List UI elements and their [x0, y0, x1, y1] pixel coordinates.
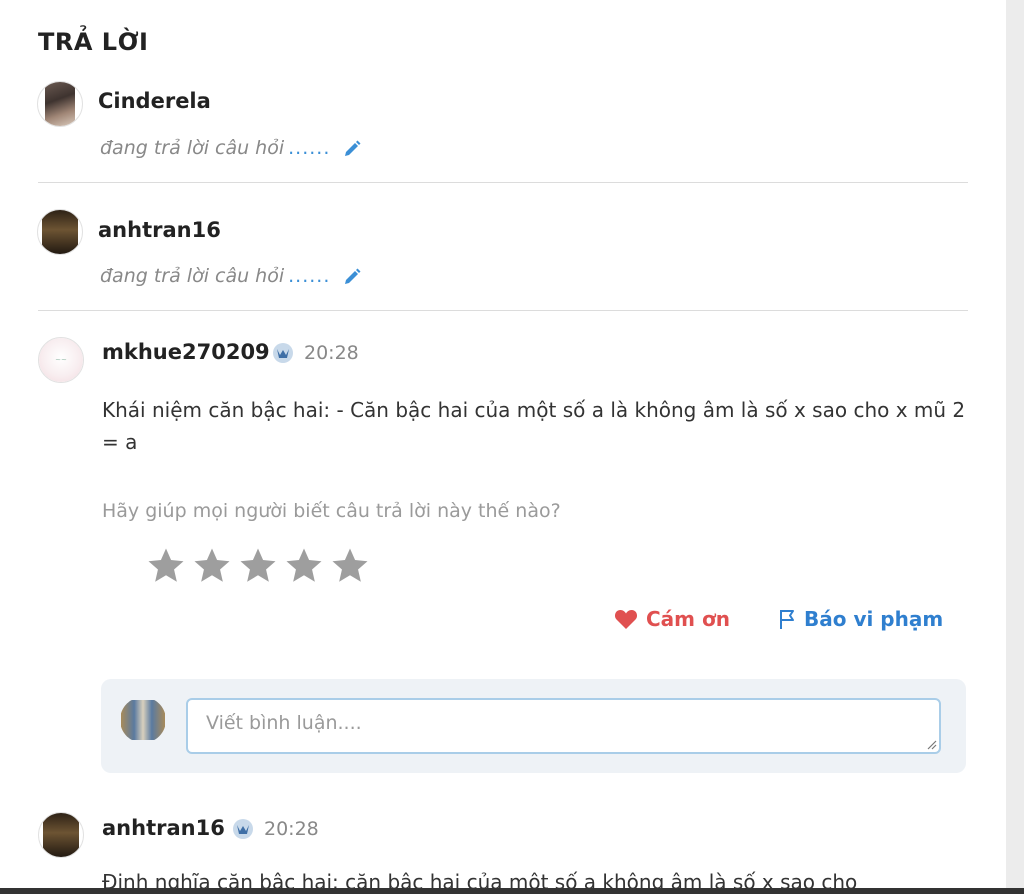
avatar-image: [121, 700, 165, 740]
typing-dots: ......: [288, 265, 331, 287]
flag-icon: [780, 610, 794, 629]
answer-time: 20:28: [264, 818, 319, 840]
typing-status-text: đang trả lời câu hỏi: [100, 265, 285, 287]
star-icon[interactable]: [283, 545, 325, 587]
star-icon[interactable]: [191, 545, 233, 587]
divider: [38, 310, 968, 311]
resize-grip-icon[interactable]: [925, 738, 937, 750]
window-bottom-edge: [0, 888, 1024, 894]
typing-indicator: đang trả lời câu hỏi......: [100, 137, 362, 159]
divider: [38, 182, 968, 183]
answer-text: Khái niệm căn bậc hai: - Căn bậc hai của…: [102, 398, 966, 454]
rating-prompt: Hãy giúp mọi người biết câu trả lời này …: [102, 500, 561, 522]
star-rating[interactable]: [145, 545, 371, 587]
avatar-image: [43, 813, 79, 857]
pencil-icon: [345, 140, 361, 156]
thanks-label: Cám ơn: [646, 607, 730, 631]
answer-username[interactable]: anhtran16: [102, 816, 225, 840]
answer-time: 20:28: [304, 342, 359, 364]
answer-username[interactable]: mkhue270209: [102, 340, 270, 364]
member-badge-icon: [233, 819, 253, 839]
username[interactable]: anhtran16: [98, 218, 221, 242]
report-label: Báo vi phạm: [804, 607, 944, 631]
comment-input[interactable]: [186, 698, 941, 754]
avatar-image: ~~: [39, 338, 83, 382]
avatar-image: [42, 210, 78, 254]
pencil-icon: [345, 268, 361, 284]
avatar[interactable]: ~~: [38, 337, 84, 383]
typing-status-text: đang trả lời câu hỏi: [100, 137, 285, 159]
section-title: TRẢ LỜI: [38, 28, 149, 56]
username[interactable]: Cinderela: [98, 89, 211, 113]
star-icon[interactable]: [145, 545, 187, 587]
current-user-avatar: [120, 697, 166, 743]
heart-icon: [614, 610, 638, 629]
star-icon[interactable]: [329, 545, 371, 587]
avatar[interactable]: [38, 812, 84, 858]
report-button[interactable]: Báo vi phạm: [778, 607, 943, 631]
member-badge-icon: [273, 343, 293, 363]
thanks-button[interactable]: Cám ơn: [614, 607, 730, 631]
typing-indicator: đang trả lời câu hỏi......: [100, 265, 362, 287]
page-scrollbar[interactable]: [1006, 0, 1024, 894]
avatar[interactable]: [37, 209, 83, 255]
star-icon[interactable]: [237, 545, 279, 587]
avatar[interactable]: [37, 81, 83, 127]
typing-dots: ......: [288, 137, 331, 159]
avatar-image: [45, 82, 75, 126]
